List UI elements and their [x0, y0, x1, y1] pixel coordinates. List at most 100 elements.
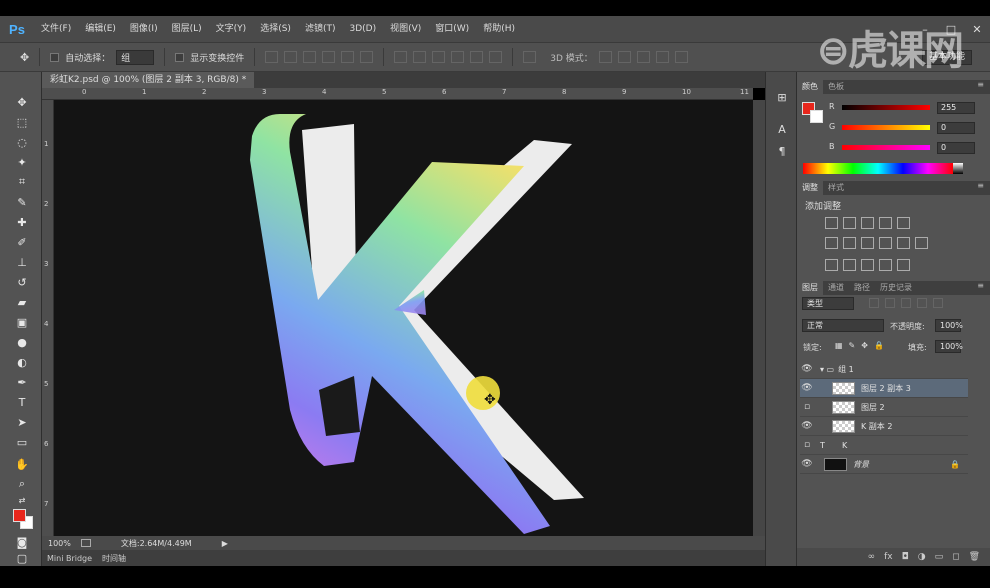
brush-tool-icon[interactable]: ✐ — [14, 234, 30, 250]
panel-menu-icon[interactable]: ≡ — [977, 80, 984, 89]
lock-icons[interactable]: ▦✎✥🔒 — [835, 341, 890, 350]
tab-history[interactable]: 历史记录 — [875, 281, 917, 295]
black-white-icon[interactable] — [861, 237, 874, 249]
history-panel-icon[interactable]: ⊞ — [775, 90, 789, 104]
eye-icon[interactable]: 👁 — [800, 383, 814, 393]
filter-smart-icon[interactable] — [933, 298, 943, 308]
tab-adjustments[interactable]: 调整 — [797, 181, 823, 195]
posterize-icon[interactable] — [843, 259, 856, 271]
eye-icon[interactable]: 👁 — [800, 459, 814, 469]
distribute-bottom-icon[interactable] — [432, 51, 446, 63]
healing-brush-tool-icon[interactable]: ✚ — [14, 214, 30, 230]
selective-color-icon[interactable] — [897, 259, 910, 271]
red-slider[interactable] — [842, 105, 930, 110]
new-adjustment-icon[interactable]: ◑ — [918, 552, 926, 562]
blue-value[interactable]: 0 — [937, 142, 975, 154]
menu-filter[interactable]: 滤镜(T) — [298, 16, 343, 42]
levels-icon[interactable] — [843, 217, 856, 229]
layer-group-1[interactable]: 👁 ▾ ▭ 组 1 — [800, 360, 968, 379]
menu-image[interactable]: 图像(I) — [123, 16, 165, 42]
align-bottom-icon[interactable] — [303, 51, 317, 63]
tab-color[interactable]: 颜色 — [797, 80, 823, 94]
green-value[interactable]: 0 — [937, 122, 975, 134]
menu-file[interactable]: 文件(F) — [34, 16, 78, 42]
align-right-icon[interactable] — [360, 51, 374, 63]
distribute-vcenter-icon[interactable] — [413, 51, 427, 63]
layer-filter-dropdown[interactable]: 类型 — [802, 297, 854, 310]
stamp-tool-icon[interactable]: ⊥ — [14, 254, 30, 270]
filter-type-icon[interactable] — [901, 298, 911, 308]
delete-layer-icon[interactable]: 🗑 — [969, 552, 980, 562]
curves-icon[interactable] — [861, 217, 874, 229]
channel-mixer-icon[interactable] — [897, 237, 910, 249]
filter-shape-icon[interactable] — [917, 298, 927, 308]
new-layer-icon[interactable]: ◻ — [952, 552, 959, 562]
move-tool-icon[interactable]: ✥ — [20, 51, 29, 64]
status-menu-arrow-icon[interactable]: ▶ — [222, 539, 228, 548]
move-tool-icon[interactable]: ✥ — [14, 94, 30, 110]
vertical-ruler[interactable]: 1 2 3 4 5 6 7 — [42, 100, 54, 536]
menu-select[interactable]: 选择(S) — [253, 16, 298, 42]
blue-slider[interactable] — [842, 145, 930, 150]
menu-layer[interactable]: 图层(L) — [165, 16, 209, 42]
exposure-icon[interactable] — [879, 217, 892, 229]
menu-window[interactable]: 窗口(W) — [428, 16, 476, 42]
fx-icon[interactable]: fx — [884, 552, 893, 562]
3d-drag-icon[interactable] — [636, 51, 650, 63]
horizontal-ruler[interactable]: 0 1 2 3 4 5 6 7 8 9 10 11 — [42, 88, 753, 100]
panel-menu-icon[interactable]: ≡ — [977, 181, 984, 190]
distribute-left-icon[interactable] — [451, 51, 465, 63]
blur-tool-icon[interactable]: ● — [14, 334, 30, 350]
screen-mode-icon[interactable]: ▢ — [14, 550, 30, 566]
document-tab[interactable]: 彩虹K2.psd @ 100% (图层 2 副本 3, RGB/8) * — [42, 72, 255, 88]
close-button[interactable]: ✕ — [964, 16, 990, 42]
layer-k[interactable]: ▫ T K — [800, 436, 968, 455]
auto-align-icon[interactable] — [523, 51, 537, 63]
vertical-scrollbar[interactable] — [753, 100, 765, 536]
color-balance-icon[interactable] — [843, 237, 856, 249]
tab-channels[interactable]: 通道 — [823, 281, 849, 295]
align-top-icon[interactable] — [265, 51, 279, 63]
visibility-empty-icon[interactable]: ▫ — [800, 402, 814, 412]
tab-timeline[interactable]: 时间轴 — [97, 553, 131, 564]
history-brush-tool-icon[interactable]: ↺ — [14, 274, 30, 290]
zoom-tool-icon[interactable]: ⌕ — [14, 476, 30, 492]
eye-icon[interactable]: 👁 — [800, 421, 814, 431]
invert-icon[interactable] — [825, 259, 838, 271]
zoom-level[interactable]: 100% — [48, 539, 71, 548]
layer-background[interactable]: 👁 背景 🔒 — [800, 455, 968, 474]
status-icon[interactable] — [80, 539, 91, 547]
red-value[interactable]: 255 — [937, 102, 975, 114]
crop-tool-icon[interactable]: ⌗ — [14, 174, 30, 190]
swap-colors-icon[interactable]: ⇄ — [14, 492, 30, 508]
3d-slide-icon[interactable] — [655, 51, 669, 63]
tab-paths[interactable]: 路径 — [849, 281, 875, 295]
new-group-icon[interactable]: ▭ — [935, 552, 944, 562]
path-select-tool-icon[interactable]: ➤ — [14, 414, 30, 430]
gradient-tool-icon[interactable]: ▣ — [14, 314, 30, 330]
auto-select-dropdown[interactable]: 组 — [116, 49, 155, 65]
opacity-field[interactable]: 100% — [935, 319, 963, 332]
green-slider[interactable] — [842, 125, 930, 130]
shape-tool-icon[interactable]: ▭ — [14, 434, 30, 450]
lasso-tool-icon[interactable]: ◌ — [14, 134, 30, 150]
menu-help[interactable]: 帮助(H) — [476, 16, 522, 42]
distribute-hcenter-icon[interactable] — [470, 51, 484, 63]
foreground-color-swatch[interactable] — [13, 509, 26, 522]
document-canvas[interactable]: ✥ — [54, 100, 753, 536]
add-mask-icon[interactable]: ◘ — [902, 552, 909, 562]
visibility-empty-icon[interactable]: ▫ — [800, 440, 814, 450]
brightness-icon[interactable] — [825, 217, 838, 229]
eye-icon[interactable]: 👁 — [800, 364, 814, 374]
tab-swatches[interactable]: 色板 — [823, 80, 849, 94]
distribute-right-icon[interactable] — [489, 51, 503, 63]
magic-wand-tool-icon[interactable]: ✦ — [14, 154, 30, 170]
color-bg-swatch[interactable] — [810, 110, 823, 123]
gradient-map-icon[interactable] — [879, 259, 892, 271]
paragraph-panel-icon[interactable]: ¶ — [775, 144, 789, 158]
show-transform-checkbox[interactable] — [175, 52, 185, 62]
layer-k-copy-2[interactable]: 👁 K 副本 2 — [800, 417, 968, 436]
hue-saturation-icon[interactable] — [825, 237, 838, 249]
threshold-icon[interactable] — [861, 259, 874, 271]
marquee-tool-icon[interactable]: ⬚ — [14, 114, 30, 130]
